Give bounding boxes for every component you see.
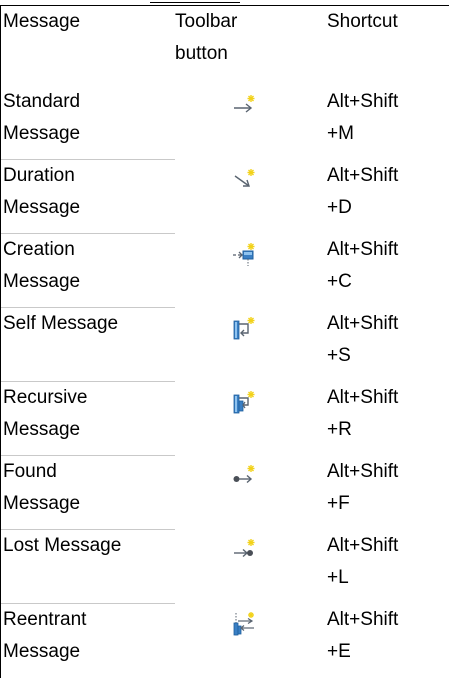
header-message-label: Message [3, 11, 81, 32]
shortcut-cell: Alt+Shift +E [323, 604, 449, 678]
message-name-line1: Standard [3, 90, 81, 112]
lost-message-icon[interactable] [232, 538, 256, 562]
message-cell: Found Message [0, 455, 175, 530]
toolbar-button-cell [175, 86, 323, 160]
shortcut-line1: Alt+Shift [327, 164, 399, 186]
found-message-icon[interactable] [232, 464, 256, 488]
duration-message-icon[interactable] [232, 168, 256, 192]
shortcut-cell: Alt+Shift +L [323, 530, 449, 604]
table-row: Recursive Message Alt+Shift +R [0, 381, 449, 456]
table-row: Reentrant Message Alt+Shift +E [0, 603, 449, 678]
shortcut-line2: +R [327, 418, 352, 440]
shortcut-cell: Alt+Shift +F [323, 456, 449, 530]
table-header-row: Message Toolbar button Shortcut [0, 5, 449, 86]
message-name-line2: Message [3, 122, 81, 144]
self-message-icon[interactable] [232, 316, 256, 340]
message-cell: Self Message [0, 307, 175, 382]
toolbar-button-cell [175, 530, 323, 604]
table-row: Self Message Alt+Shift +S [0, 307, 449, 382]
table-row: Creation Message Alt+Shift +C [0, 233, 449, 308]
message-name-line1: Duration [3, 165, 75, 186]
message-cell: Recursive Message [0, 381, 175, 456]
shortcut-line2: +F [327, 492, 350, 514]
toolbar-button-cell [175, 456, 323, 530]
message-cell: Creation Message [0, 233, 175, 308]
message-shortcut-table: Message Toolbar button Shortcut Standard… [0, 5, 449, 678]
message-name-line2: Message [3, 197, 81, 218]
table-row: Standard Message Alt+Shift +M [0, 85, 449, 160]
shortcut-line2: +E [327, 640, 351, 662]
reentrant-message-icon[interactable] [232, 611, 256, 636]
toolbar-button-cell [175, 604, 323, 678]
toolbar-button-cell [175, 382, 323, 456]
shortcut-line1: Alt+Shift [327, 534, 399, 556]
shortcut-line2: +L [327, 566, 349, 588]
message-name-line1: Reentrant [3, 609, 87, 630]
table-row: Duration Message Alt+Shift +D [0, 159, 449, 234]
shortcut-line2: +C [327, 270, 352, 292]
shortcut-line2: +M [327, 122, 354, 144]
shortcut-cell: Alt+Shift +C [323, 234, 449, 308]
message-cell: Standard Message [0, 85, 175, 160]
message-name-line1: Creation [3, 239, 75, 260]
shortcut-cell: Alt+Shift +D [323, 160, 449, 234]
header-toolbar-line2: button [175, 43, 228, 64]
message-cell: Lost Message [0, 529, 175, 604]
message-name-line2: Message [3, 493, 81, 514]
standard-message-icon[interactable] [232, 94, 256, 118]
table-row: Lost Message Alt+Shift +L [0, 529, 449, 604]
header-shortcut: Shortcut [323, 5, 449, 86]
message-name-line1: Lost Message [3, 535, 122, 556]
message-name-line2: Message [3, 641, 81, 662]
message-name-line1: Recursive [3, 387, 88, 408]
shortcut-line2: +D [327, 196, 352, 218]
message-name-line1: Found [3, 461, 57, 482]
header-message: Message [0, 5, 175, 86]
message-name-line2: Message [3, 419, 81, 440]
message-name-line1: Self Message [3, 313, 119, 334]
toolbar-button-cell [175, 234, 323, 308]
shortcut-line1: Alt+Shift [327, 238, 399, 260]
shortcut-line1: Alt+Shift [327, 312, 399, 334]
shortcut-line2: +S [327, 344, 351, 366]
message-name-line2: Message [3, 271, 81, 292]
shortcut-cell: Alt+Shift +S [323, 308, 449, 382]
shortcut-line1: Alt+Shift [327, 460, 399, 482]
header-toolbar-line1: Toolbar [175, 11, 238, 32]
table-row: Found Message Alt+Shift +F [0, 455, 449, 530]
toolbar-button-cell [175, 160, 323, 234]
toolbar-button-cell [175, 308, 323, 382]
shortcut-line1: Alt+Shift [327, 608, 399, 630]
shortcut-line1: Alt+Shift [327, 90, 399, 112]
header-shortcut-label: Shortcut [327, 11, 398, 32]
header-toolbar-button: Toolbar button [175, 5, 323, 86]
recursive-message-icon[interactable] [232, 390, 256, 414]
shortcut-line1: Alt+Shift [327, 386, 399, 408]
message-cell: Reentrant Message [0, 603, 175, 678]
creation-message-icon[interactable] [232, 242, 256, 266]
message-cell: Duration Message [0, 159, 175, 234]
shortcut-cell: Alt+Shift +M [323, 86, 449, 160]
shortcut-cell: Alt+Shift +R [323, 382, 449, 456]
